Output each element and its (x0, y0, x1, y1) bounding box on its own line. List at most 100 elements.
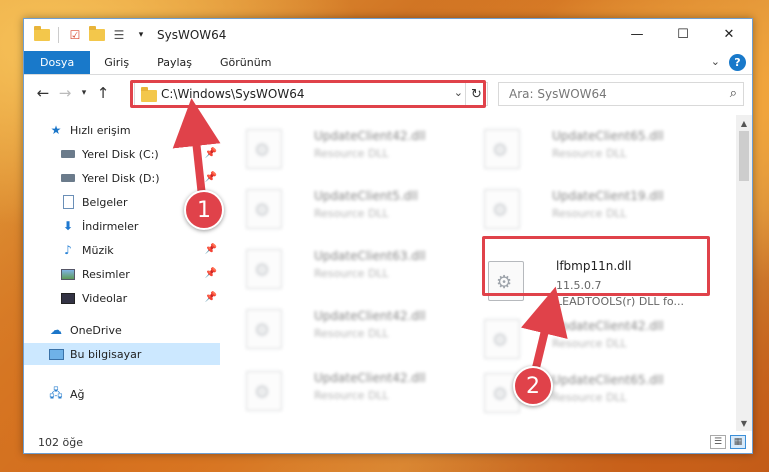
file-name: UpdateClient19.dll (552, 189, 664, 203)
file-item[interactable]: UpdateClient65.dll Resource DLL (478, 367, 708, 419)
file-name: UpdateClient42.dll (314, 309, 426, 323)
file-highlight (482, 236, 710, 296)
sidebar-item-label: Müzik (82, 243, 114, 257)
tab-home[interactable]: Giriş (90, 51, 143, 74)
vertical-scrollbar[interactable]: ▲ ▼ (736, 115, 752, 431)
close-button[interactable]: ✕ (706, 19, 752, 49)
sidebar-item-label: Yerel Disk (D:) (82, 171, 160, 185)
search-input[interactable]: Ara: SysWOW64 ⌕ (498, 82, 744, 106)
sidebar-item-label: Yerel Disk (C:) (82, 147, 159, 161)
file-item[interactable]: UpdateClient42.dll Resource DLL (240, 365, 470, 417)
forward-arrow-icon[interactable]: → (54, 84, 76, 102)
file-item[interactable]: UpdateClient42.dll Resource DLL (240, 123, 470, 175)
sidebar-item-network[interactable]: 🖧 Ağ (24, 383, 220, 405)
details-view-icon[interactable]: ☰ (710, 435, 726, 449)
file-description: Resource DLL (314, 389, 389, 402)
dll-file-icon (246, 309, 282, 349)
videos-icon (60, 290, 76, 306)
file-description: Resource DLL (314, 147, 389, 160)
tiles-view-icon[interactable]: ▦ (730, 435, 746, 449)
sidebar-item-quick-access[interactable]: ★ Hızlı erişim (24, 119, 220, 141)
maximize-button[interactable]: ☐ (660, 19, 706, 49)
scroll-down-icon[interactable]: ▼ (736, 415, 752, 431)
back-arrow-icon[interactable]: ← (32, 84, 54, 102)
file-description: Resource DLL (552, 207, 627, 220)
expand-ribbon-icon[interactable]: ⌄ (711, 55, 720, 68)
file-item[interactable]: UpdateClient42.dll Resource DLL (478, 313, 708, 365)
file-description: Resource DLL (552, 391, 627, 404)
search-icon[interactable]: ⌕ (730, 86, 737, 101)
chevron-down-icon[interactable]: ▾ (133, 27, 149, 43)
pin-icon[interactable]: 📌 (205, 268, 217, 279)
step-2-badge: 2 (513, 366, 553, 406)
computer-icon (48, 346, 64, 362)
navigation-pane: ★ Hızlı erişim Yerel Disk (C:) 📌 Yerel D… (24, 115, 220, 431)
file-name: UpdateClient42.dll (314, 371, 426, 385)
view-switcher: ☰ ▦ (710, 435, 746, 449)
file-company: LEADTOOLS(r) DLL fo... (556, 295, 684, 308)
file-name: UpdateClient65.dll (552, 373, 664, 387)
sidebar-item-label: Hızlı erişim (70, 123, 131, 137)
file-item[interactable]: UpdateClient42.dll Resource DLL (240, 303, 470, 355)
pictures-icon (60, 266, 76, 282)
file-item[interactable]: UpdateClient5.dll Resource DLL (240, 183, 470, 235)
properties-icon[interactable]: ☑ (67, 27, 83, 43)
drive-icon (60, 170, 76, 186)
search-placeholder: Ara: SysWOW64 (509, 87, 607, 101)
recent-locations-icon[interactable]: ▾ (76, 88, 92, 98)
up-arrow-icon[interactable]: ↑ (92, 84, 114, 102)
drive-icon (60, 146, 76, 162)
sidebar-item-music[interactable]: ♪ Müzik 📌 (24, 239, 220, 261)
sidebar-item-label: İndirmeler (82, 219, 139, 233)
sidebar-item-label: Belgeler (82, 195, 128, 209)
pin-icon[interactable]: 📌 (205, 148, 217, 159)
cloud-icon: ☁ (50, 323, 62, 337)
sidebar-item-pictures[interactable]: Resimler 📌 (24, 263, 220, 285)
status-bar: 102 öğe ☰ ▦ (24, 431, 752, 453)
sidebar-item-local-disk-d[interactable]: Yerel Disk (D:) 📌 (24, 167, 220, 189)
title-bar: ☑ ☰ ▾ SysWOW64 — ☐ ✕ (24, 19, 752, 51)
pin-icon[interactable]: 📌 (205, 244, 217, 255)
new-folder-icon[interactable] (89, 26, 105, 43)
window-controls: — ☐ ✕ (614, 19, 752, 49)
dll-file-icon (246, 129, 282, 169)
file-name: UpdateClient65.dll (552, 129, 664, 143)
sidebar-item-videos[interactable]: Videolar 📌 (24, 287, 220, 309)
scroll-up-icon[interactable]: ▲ (736, 115, 752, 131)
file-name: UpdateClient5.dll (314, 189, 418, 203)
toolbar-divider (58, 27, 59, 43)
download-icon: ⬇ (62, 219, 74, 233)
sidebar-item-this-pc[interactable]: Bu bilgisayar (24, 343, 220, 365)
file-item[interactable]: UpdateClient19.dll Resource DLL (478, 183, 708, 235)
minimize-button[interactable]: — (614, 19, 660, 49)
sidebar-item-onedrive[interactable]: ☁ OneDrive (24, 319, 220, 341)
pin-icon[interactable]: 📌 (205, 292, 217, 303)
tab-view[interactable]: Görünüm (206, 51, 285, 74)
folder-icon (34, 26, 50, 43)
step-1-badge: 1 (184, 190, 224, 230)
sidebar-item-label: Videolar (82, 291, 128, 305)
documents-icon (60, 194, 76, 210)
dll-file-icon (246, 189, 282, 229)
dll-file-icon (484, 189, 520, 229)
scrollbar-thumb[interactable] (739, 131, 749, 181)
sidebar-item-label: Ağ (70, 387, 85, 401)
dll-file-icon (484, 319, 520, 359)
dll-file-icon (246, 249, 282, 289)
file-description: Resource DLL (552, 147, 627, 160)
help-icon[interactable]: ? (729, 54, 746, 71)
file-item[interactable]: UpdateClient65.dll Resource DLL (478, 123, 708, 175)
dll-file-icon (246, 371, 282, 411)
network-icon: 🖧 (49, 385, 63, 400)
window-title: SysWOW64 (157, 28, 227, 42)
quick-access-toolbar: ☑ ☰ ▾ (34, 26, 149, 43)
pin-icon[interactable]: 📌 (205, 172, 217, 183)
file-name: UpdateClient42.dll (314, 129, 426, 143)
item-count: 102 öğe (38, 435, 83, 449)
sidebar-item-local-disk-c[interactable]: Yerel Disk (C:) 📌 (24, 143, 220, 165)
file-item[interactable]: UpdateClient63.dll Resource DLL (240, 243, 470, 295)
tab-file[interactable]: Dosya (24, 51, 91, 74)
tab-share[interactable]: Paylaş (143, 51, 206, 74)
customize-toolbar-icon[interactable]: ☰ (111, 27, 127, 43)
file-name: UpdateClient42.dll (552, 319, 664, 333)
